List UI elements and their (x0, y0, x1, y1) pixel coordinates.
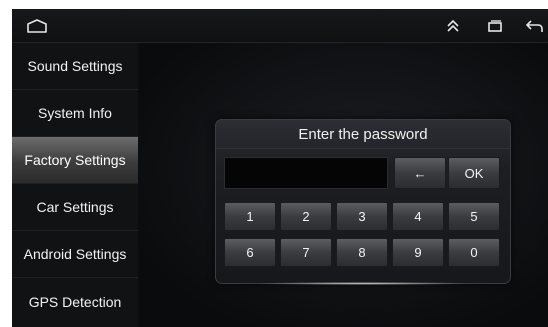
password-input[interactable] (224, 157, 388, 189)
sidebar-item-factory-settings[interactable]: Factory Settings (12, 137, 138, 184)
sidebar-item-android-settings[interactable]: Android Settings (12, 231, 138, 278)
sidebar-item-label: Factory Settings (24, 152, 126, 168)
keypad-key-6[interactable]: 6 (224, 238, 276, 267)
sidebar-item-label: GPS Detection (28, 293, 122, 310)
keypad-key-4[interactable]: 4 (392, 202, 444, 231)
sidebar-item-label: Sound Settings (27, 58, 123, 74)
double-chevron-up-icon[interactable] (442, 9, 464, 42)
keypad-key-5[interactable]: 5 (448, 202, 500, 231)
ok-button[interactable]: OK (448, 157, 500, 189)
main-content: Enter the password ← OK 1 2 3 4 5 6 7 8 … (139, 43, 548, 327)
dialog-title: Enter the password (216, 120, 510, 149)
sidebar-item-sound-settings[interactable]: Sound Settings (12, 43, 138, 90)
keypad-key-9[interactable]: 9 (392, 238, 444, 267)
dialog-bottom-glow (256, 282, 470, 285)
head-unit-screen: Sound Settings System Info Factory Setti… (12, 9, 548, 327)
keypad-key-8[interactable]: 8 (336, 238, 388, 267)
settings-sidebar: Sound Settings System Info Factory Setti… (12, 43, 138, 327)
keypad-key-7[interactable]: 7 (280, 238, 332, 267)
keypad-key-0[interactable]: 0 (448, 238, 500, 267)
recent-apps-icon[interactable] (484, 9, 506, 42)
sidebar-item-label: Android Settings (23, 246, 127, 262)
sidebar-item-system-info[interactable]: System Info (12, 90, 138, 137)
keypad-key-1[interactable]: 1 (224, 202, 276, 231)
keypad-key-3[interactable]: 3 (336, 202, 388, 231)
home-icon[interactable] (24, 9, 50, 42)
back-arrow-icon[interactable] (522, 9, 546, 42)
backspace-button[interactable]: ← (394, 157, 446, 189)
sidebar-item-label: System Info (38, 105, 112, 121)
keypad-key-2[interactable]: 2 (280, 202, 332, 231)
sidebar-item-label: Car Settings (36, 199, 114, 215)
sidebar-item-gps-detection[interactable]: GPS Detection (12, 278, 138, 325)
password-dialog: Enter the password ← OK 1 2 3 4 5 6 7 8 … (215, 119, 511, 285)
top-status-bar (12, 9, 548, 43)
sidebar-item-car-settings[interactable]: Car Settings (12, 184, 138, 231)
